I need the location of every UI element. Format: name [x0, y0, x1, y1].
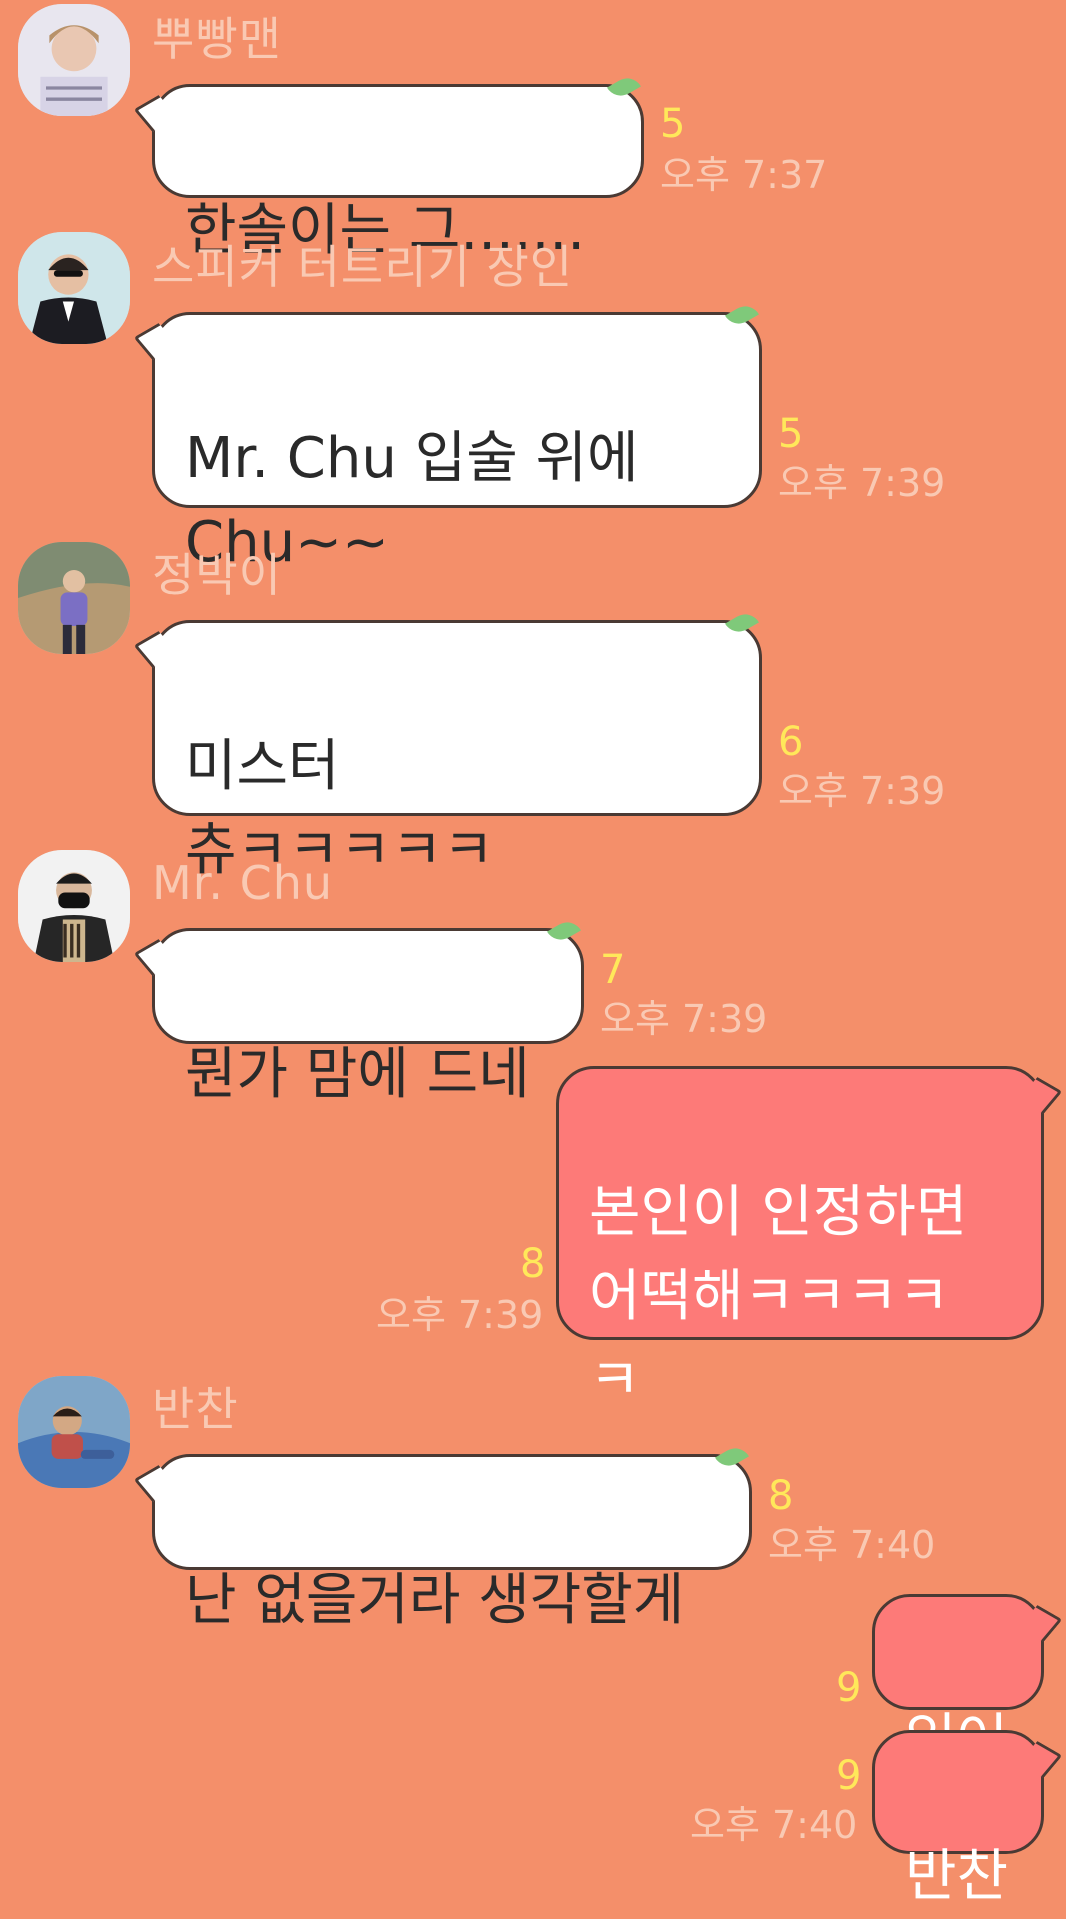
unread-count: 8 — [520, 1241, 546, 1287]
leaf-icon — [725, 300, 759, 330]
timestamp: 오후 7:39 — [778, 461, 946, 505]
message-bubble[interactable]: 있어 — [872, 1594, 1044, 1773]
leaf-icon — [725, 608, 759, 638]
avatar[interactable] — [18, 542, 130, 654]
message-bubble[interactable]: Mr. Chu 입술 위에 Chu~~ — [152, 300, 762, 575]
leaf-icon — [607, 72, 641, 102]
timestamp: 오후 7:40 — [690, 1803, 858, 1847]
unread-count: 9 — [836, 1665, 862, 1711]
timestamp: 오후 7:37 — [660, 153, 828, 197]
unread-count: 9 — [836, 1753, 862, 1799]
message-bubble[interactable]: 반찬 — [872, 1730, 1044, 1909]
timestamp: 오후 7:40 — [768, 1523, 936, 1567]
avatar[interactable] — [18, 232, 130, 344]
unread-count: 5 — [778, 411, 804, 457]
message-text: 뭔가 맘에 드네 — [185, 1042, 530, 1107]
sender-name: 뿌빵맨 — [152, 12, 282, 66]
sender-name: 스피커 터트리기 장인 — [152, 240, 574, 294]
timestamp: 오후 7:39 — [778, 769, 946, 813]
message-bubble[interactable]: 미스터 츄ㅋㅋㅋㅋㅋ — [152, 608, 762, 883]
message-bubble[interactable]: 본인이 인정하면 어떡해ㅋㅋㅋㅋ ㅋ — [556, 1066, 1044, 1413]
message-text: 반찬 — [905, 1844, 1009, 1909]
unread-count: 8 — [768, 1473, 794, 1519]
message-text: 난 없을거라 생각할게 — [185, 1568, 685, 1633]
timestamp: 오후 7:39 — [376, 1293, 544, 1337]
message-text: 본인이 인정하면 어떡해ㅋㅋㅋㅋ ㅋ — [589, 1180, 968, 1413]
message-bubble[interactable]: 난 없을거라 생각할게 — [152, 1442, 752, 1633]
message-bubble[interactable]: 한솔이는 그....... — [152, 72, 644, 263]
avatar[interactable] — [18, 4, 130, 116]
leaf-icon — [547, 916, 581, 946]
avatar[interactable] — [18, 1376, 130, 1488]
timestamp: 오후 7:39 — [600, 997, 768, 1041]
unread-count: 5 — [660, 101, 686, 147]
unread-count: 6 — [778, 719, 804, 765]
sender-name: 정박이 — [152, 548, 282, 602]
sender-name: Mr. Chu — [152, 856, 334, 910]
sender-name: 반찬 — [152, 1382, 239, 1436]
unread-count: 7 — [600, 947, 626, 993]
leaf-icon — [715, 1442, 749, 1472]
message-bubble[interactable]: 뭔가 맘에 드네 — [152, 916, 584, 1107]
avatar[interactable] — [18, 850, 130, 962]
